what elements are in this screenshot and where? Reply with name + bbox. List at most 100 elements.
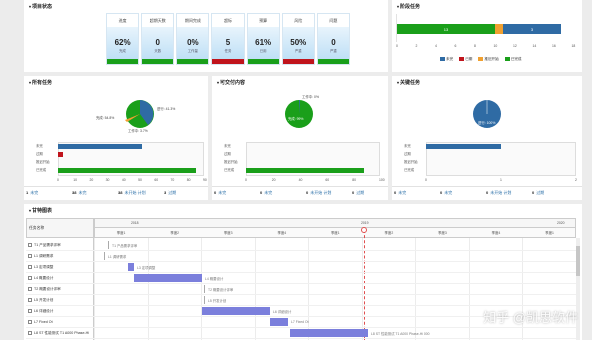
count-item[interactable]: 38 未完 [72,190,86,196]
status-card-body: 62% 完成 [107,27,139,59]
axis-tick: 1 [500,178,502,182]
status-card[interactable]: 预算 61% 已用 [246,13,280,65]
count-number: 38 [72,190,77,195]
row-label: 过期 [224,152,231,156]
bar-1[interactable] [58,152,63,157]
gantt-bar[interactable] [108,241,109,249]
bar-0[interactable] [58,144,143,149]
status-card[interactable]: 超标 5 任务 [211,13,245,65]
status-card[interactable]: 问题 0 严重 [316,13,350,65]
bar-0[interactable] [426,144,501,149]
pie-label-open: 进行: 100% [478,120,495,125]
row-label: 已完成 [36,168,47,172]
gantt-row[interactable]: T2 概要设计评审 [28,284,94,294]
count-text: 未开始 计划 [490,190,512,195]
collapse-arrow-icon[interactable]: ▾ [397,80,399,85]
gantt-bar-caption: L6 详细设计 [273,310,292,314]
status-card-label: 风险 [282,14,314,27]
milestones-title[interactable]: ▾阶段任务 [397,3,420,10]
collapse-arrow-icon[interactable]: ▾ [29,208,31,213]
status-card[interactable]: 进度 62% 完成 [106,13,140,65]
gantt-row-line [26,272,576,273]
gantt-row[interactable]: L1 调研需求 [28,251,94,261]
count-item[interactable]: 0 过期 [352,190,364,196]
count-item[interactable]: 0 未完 [214,190,226,196]
all-tasks-title[interactable]: ▾所有任务 [29,79,52,86]
gantt-bar[interactable] [290,329,368,337]
gantt-bar[interactable] [202,307,270,315]
axis-tick: 80 [352,178,356,182]
milestones-panel: ▾阶段任务 13 3 0 2 4 6 8 10 12 14 16 18 未完 已期 推迟开始 已完成 [392,0,582,72]
collapse-arrow-icon[interactable]: ▾ [217,80,219,85]
status-card-label: 超期天数 [142,14,174,27]
axis-tick: 60 [154,178,159,182]
gantt-bar[interactable] [128,263,134,271]
gantt-title[interactable]: ▾甘特图表 [29,207,52,214]
status-card[interactable]: 期间完成 0% 工作量 [176,13,210,65]
key-tasks-title[interactable]: ▾关键任务 [397,79,420,86]
axis-tick: 12 [513,44,517,48]
count-item[interactable]: 0 未完 [440,190,452,196]
deliverables-title[interactable]: ▾可交付内容 [217,79,245,86]
status-card-body: 5 任务 [212,27,244,59]
collapse-arrow-icon[interactable]: ▾ [29,80,31,85]
gantt-bar-caption: L1 调研需求 [108,255,127,259]
row-checkbox-icon[interactable] [28,254,32,258]
gantt-bar[interactable] [204,285,205,293]
count-number: 1 [26,190,29,195]
axis-tick: 40 [121,178,126,182]
gantt-name-header[interactable]: 任务名称 [26,218,94,238]
row-checkbox-icon[interactable] [28,320,32,324]
bar-3[interactable] [58,168,196,173]
gantt-bar[interactable] [270,318,288,326]
project-status-panel: ▾项目状态 进度 62% 完成 超期天数 0 天数 期间完成 0% 工作量 超标 5 任务 预算 61% 已… [24,0,388,72]
gantt-row[interactable]: L3 定项调整 [28,262,94,272]
row-checkbox-icon[interactable] [28,243,32,247]
collapse-arrow-icon[interactable]: ▾ [29,4,31,9]
legend-item[interactable]: 已完成 [504,57,522,62]
count-item[interactable]: 0 过期 [532,190,544,196]
count-number: 0 [394,190,397,195]
gantt-row[interactable]: L5 开发计划 [28,295,94,305]
gantt-bar[interactable] [204,296,205,304]
legend-item[interactable]: 推迟开始 [478,57,499,62]
status-card[interactable]: 风险 50% 严重 [281,13,315,65]
count-item[interactable]: 1 未完 [26,190,38,196]
count-item[interactable]: 0 未开始 计划 [306,190,331,196]
gantt-bar[interactable] [104,252,105,260]
axis-tick: 0 [425,178,427,182]
legend-item[interactable]: 已期 [459,57,472,62]
row-checkbox-icon[interactable] [28,287,32,291]
status-card-indicator [142,59,174,64]
status-card-label: 问题 [317,14,349,27]
count-item[interactable]: 0 未完 [394,190,406,196]
row-label: 推迟开始 [224,160,238,164]
status-card[interactable]: 超期天数 0 天数 [141,13,175,65]
row-checkbox-icon[interactable] [28,331,32,335]
project-status-title[interactable]: ▾项目状态 [29,3,52,10]
gantt-row[interactable]: L4 概要设计 [28,273,94,283]
collapse-arrow-icon[interactable]: ▾ [397,4,399,9]
legend-item[interactable]: 未完 [440,57,453,62]
count-number: 0 [214,190,217,195]
gantt-row[interactable]: L8 ST 性能测试 T1 A000 Phase-Hi [28,328,94,338]
gantt-bar[interactable] [134,274,202,282]
row-checkbox-icon[interactable] [28,298,32,302]
grid-line [94,238,95,340]
gantt-row[interactable]: L7 Fixed Ot [28,317,94,327]
status-card-body: 0 天数 [142,27,174,59]
count-item[interactable]: 38 未开始 计划 [118,190,146,196]
gantt-row[interactable]: L6 详细设计 [28,306,94,316]
status-card-indicator [177,59,209,64]
bar-3[interactable] [246,168,364,173]
legend-swatch [504,57,510,62]
count-item[interactable]: 0 未开始 计划 [486,190,511,196]
row-checkbox-icon[interactable] [28,309,32,313]
gantt-bar-caption: L8 ST 性能测试 T1 A000 Phase-Hi 000 [371,332,430,336]
row-checkbox-icon[interactable] [28,276,32,280]
gantt-task-name: L4 概要设计 [34,275,54,280]
count-item[interactable]: 0 未完 [260,190,272,196]
count-item[interactable]: 3 过期 [164,190,176,196]
gantt-row[interactable]: T1 产品需求评审 [28,240,94,250]
row-checkbox-icon[interactable] [28,265,32,269]
